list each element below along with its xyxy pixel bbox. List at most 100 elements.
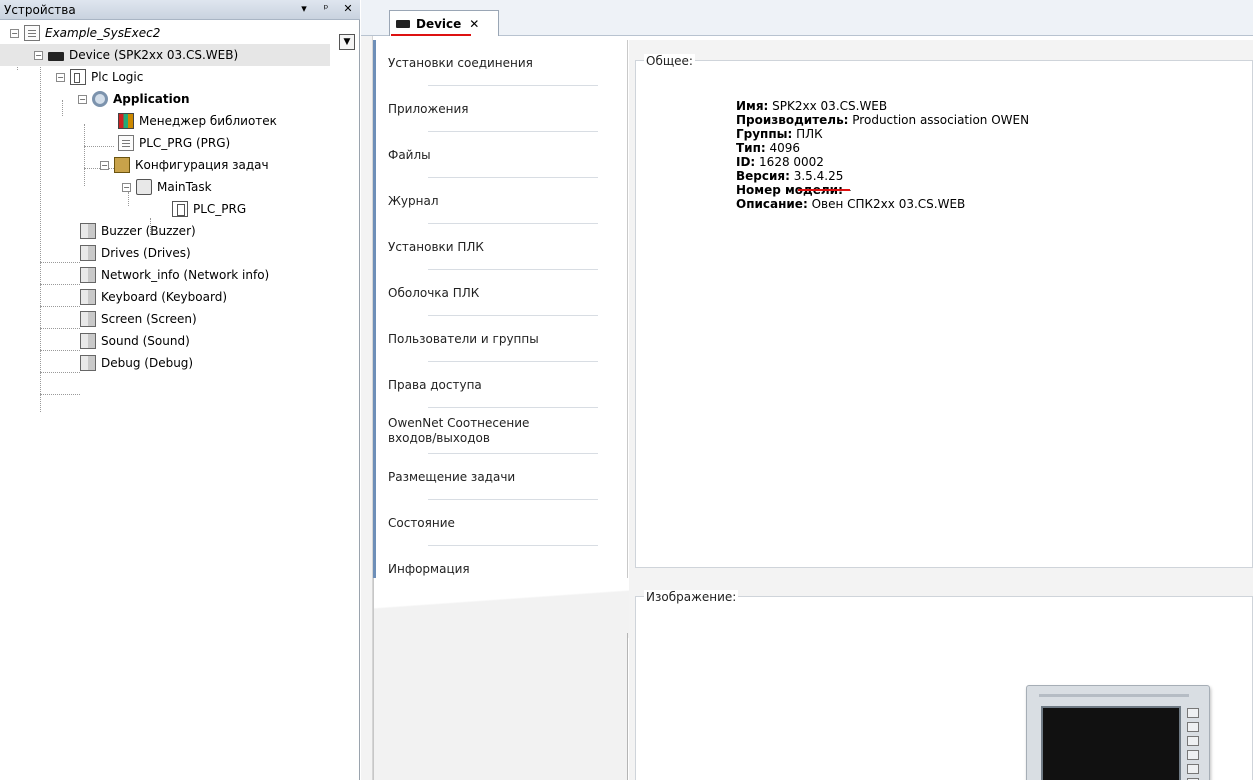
nav-item-label: Права доступа [388,378,482,392]
device-image [1026,685,1210,780]
collapse-icon[interactable]: − [56,72,65,82]
device-icon [48,52,64,61]
module-icon [80,311,96,327]
nav-item-label: Пользователи и группы [388,332,539,346]
nav-item-label: Журнал [388,194,439,208]
panel-dropdown-icon[interactable]: ▾ [298,2,310,15]
devices-panel-title: Устройства [4,2,76,17]
tree-item-library-manager[interactable]: Менеджер библиотек [118,110,277,132]
image-legend: Изображение: [644,590,739,604]
nav-item-connection-settings[interactable]: Установки соединения [373,40,628,86]
project-icon [24,25,40,41]
tree-item-task-config[interactable]: − Конфигурация задач [100,154,269,176]
tree-item-maintask[interactable]: − MainTask [122,176,212,198]
gear-icon [92,91,108,107]
nav-item-plc-shell[interactable]: Оболочка ПЛК [373,270,628,316]
tab-highlight-underline [391,34,471,36]
nav-item-users-groups[interactable]: Пользователи и группы [373,316,628,362]
program-call-icon [172,201,188,217]
tree-item-label: Plc Logic [91,70,144,84]
tree-item-label: MainTask [157,180,212,194]
tree-item-plc-prg[interactable]: PLC_PRG (PRG) [118,132,230,154]
device-editor: Device ✕ Установки соединения Приложения… [361,0,1253,780]
ide-window: Устройства ▾ ᵖ ✕ ▼ − Example_SysExec2 − … [0,0,1253,780]
nav-item-label: Состояние [388,516,455,530]
tree-item-sound[interactable]: Sound (Sound) [80,330,190,352]
library-icon [118,113,134,129]
module-icon [80,223,96,239]
pou-icon [118,135,134,151]
tree-item-screen[interactable]: Screen (Screen) [80,308,197,330]
info-row-type: Тип: 4096 [736,141,801,155]
tree-item-label: Менеджер библиотек [139,114,277,128]
pin-icon[interactable]: ᵖ [320,2,332,15]
close-panel-icon[interactable]: ✕ [342,2,354,15]
tree-item-device[interactable]: − Device (SPK2xx 03.CS.WEB) [0,44,330,66]
module-icon [80,267,96,283]
nav-item-label: Файлы [388,148,431,162]
collapse-icon[interactable]: − [10,28,19,38]
nav-item-task-deployment[interactable]: Размещение задачи [373,454,628,500]
module-icon [80,333,96,349]
module-icon [80,289,96,305]
info-row-name: Имя: SPK2xx 03.CS.WEB [736,99,888,113]
devices-panel-header: Устройства ▾ ᵖ ✕ [0,0,360,20]
tree-item-label: Sound (Sound) [101,334,190,348]
info-row-groups: Группы: ПЛК [736,127,823,141]
nav-item-label: Размещение задачи [388,470,516,484]
tree-item-debug[interactable]: Debug (Debug) [80,352,193,374]
nav-item-label: Установки соединения [388,56,533,70]
tree-item-label: Device (SPK2xx 03.CS.WEB) [69,48,239,62]
tree-item-keyboard[interactable]: Keyboard (Keyboard) [80,286,227,308]
nav-item-owennet-io-mapping[interactable]: OwenNet Соотнесение входов/выходов [373,408,628,454]
tree-dropdown-button[interactable]: ▼ [339,34,355,50]
tree-item-label: Debug (Debug) [101,356,194,370]
device-info: Имя: SPK2xx 03.CS.WEB Производитель: Pro… [736,99,1029,211]
tree-item-drives[interactable]: Drives (Drives) [80,242,191,264]
tree-item-project[interactable]: − Example_SysExec2 [10,22,160,44]
tab-label: Device [416,16,462,31]
info-row-id: ID: 1628 0002 [736,155,824,169]
tree-item-label: Screen (Screen) [101,312,197,326]
module-icon [80,245,96,261]
nav-tail [373,578,629,780]
tree-item-application[interactable]: − Application [78,88,190,110]
tree-item-label: Drives (Drives) [101,246,191,260]
tree-item-label: Example_SysExec2 [45,26,161,40]
tree-item-label: PLC_PRG (PRG) [139,136,231,150]
nav-item-files[interactable]: Файлы [373,132,628,178]
info-row-model-number: Номер модели: - [736,183,851,197]
tree-item-label: Keyboard (Keyboard) [101,290,227,304]
tree-item-label: Application [113,92,190,106]
tab-device[interactable]: Device ✕ [389,10,499,36]
nav-item-log[interactable]: Журнал [373,178,628,224]
tree-item-network-info[interactable]: Network_info (Network info) [80,264,269,286]
info-row-version: Версия: 3.5.4.25 [736,169,844,183]
tree-item-label: Buzzer (Buzzer) [101,224,196,238]
nav-item-plc-settings[interactable]: Установки ПЛК [373,224,628,270]
document-tabstrip: Device ✕ [361,0,1253,36]
tree-item-buzzer[interactable]: Buzzer (Buzzer) [80,220,196,242]
image-group: Изображение: [635,590,1253,780]
devices-panel: Устройства ▾ ᵖ ✕ ▼ − Example_SysExec2 − … [0,0,360,780]
nav-item-applications[interactable]: Приложения [373,86,628,132]
tree-item-plc-logic[interactable]: − Plc Logic [56,66,143,88]
tree-item-label: PLC_PRG [193,202,247,216]
collapse-icon[interactable]: − [100,160,109,170]
nav-item-access-rights[interactable]: Права доступа [373,362,628,408]
tree-item-label: Конфигурация задач [135,158,269,172]
module-icon [80,355,96,371]
collapse-icon[interactable]: − [78,94,87,104]
collapse-icon[interactable]: − [34,50,43,60]
general-group: Общее: Имя: SPK2xx 03.CS.WEB Производите… [635,54,1253,568]
tree-item-label: Network_info (Network info) [101,268,270,282]
nav-divider [627,40,628,578]
device-screen [1041,706,1181,780]
nav-item-status[interactable]: Состояние [373,500,628,546]
collapse-icon[interactable]: − [122,182,131,192]
close-tab-icon[interactable]: ✕ [469,17,479,31]
tree-item-plc-prg-call[interactable]: PLC_PRG [172,198,246,220]
nav-item-label: Информация [388,562,470,576]
general-legend: Общее: [644,54,695,68]
version-highlight-underline [798,189,850,191]
